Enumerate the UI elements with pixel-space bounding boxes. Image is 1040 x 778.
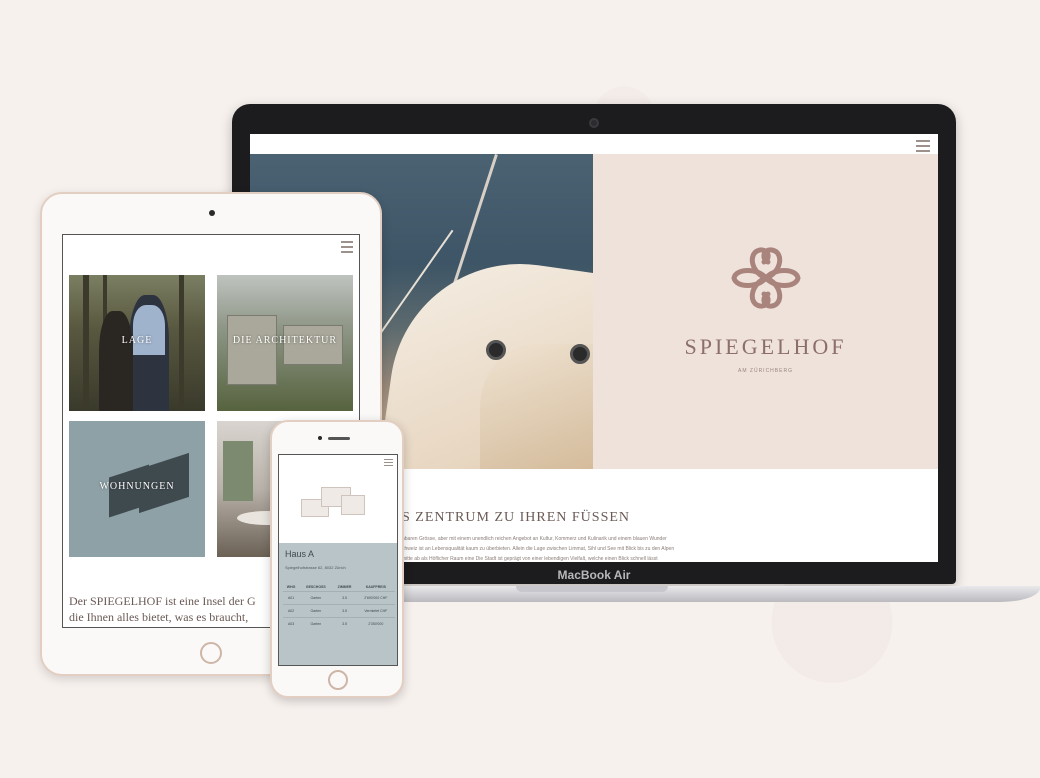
brand-name: SPIEGELHOF bbox=[684, 334, 847, 359]
laptop-notch bbox=[516, 586, 668, 592]
table-row[interactable]: A01 Garten 3.5 2'690'000 CHF bbox=[283, 591, 395, 605]
tile-label: WOHNUNGEN bbox=[99, 481, 175, 492]
column-header: GESCHOSS bbox=[305, 585, 326, 589]
tile-lage[interactable]: LAGE bbox=[69, 275, 205, 411]
table-row[interactable]: A02 Garten 3.5 Vermietet CHF bbox=[283, 604, 395, 618]
units-table: WHG GESCHOSS ZIMMER KAUFPREIS A01 Garten… bbox=[283, 583, 395, 630]
body-line: chweiz ist an Lebensqualität kaum zu übe… bbox=[402, 546, 675, 552]
building-model-image bbox=[291, 477, 371, 529]
section-body: hbaren Grösse, aber mit einem unendlich … bbox=[402, 534, 922, 562]
tile-label: LAGE bbox=[121, 335, 153, 346]
brand-subtitle: AM ZÜRICHBERG bbox=[738, 368, 793, 374]
body-line: hbaren Grösse, aber mit einem unendlich … bbox=[402, 536, 667, 542]
column-header: ZIMMER bbox=[337, 585, 352, 589]
table-row[interactable]: A03 Garten 3.5 2'350'000 bbox=[283, 617, 395, 630]
house-address: Spiegelhofstrasse 62, 8032 Zürich bbox=[285, 565, 346, 570]
hamburger-menu-icon[interactable] bbox=[916, 140, 930, 152]
tile-wohnungen[interactable]: WOHNUNGEN bbox=[69, 421, 205, 557]
hamburger-menu-icon[interactable] bbox=[384, 459, 393, 468]
column-header: WHG bbox=[286, 585, 296, 589]
brand-panel: SPIEGELHOF AM ZÜRICHBERG bbox=[593, 154, 938, 469]
hamburger-menu-icon[interactable] bbox=[341, 241, 353, 256]
home-button[interactable] bbox=[200, 642, 222, 664]
speaker-grille bbox=[328, 437, 350, 440]
section-title: S ZENTRUM ZU IHREN FÜSSEN bbox=[402, 510, 631, 525]
column-header: KAUFPREIS bbox=[365, 585, 386, 589]
unit-panel: Haus A Spiegelhofstrasse 62, 8032 Zürich… bbox=[279, 543, 397, 665]
tile-architektur[interactable]: DIE ARCHITEKTUR bbox=[217, 275, 353, 411]
phone-device: Haus A Spiegelhofstrasse 62, 8032 Zürich… bbox=[270, 420, 404, 698]
camera-icon bbox=[589, 118, 599, 128]
camera-icon bbox=[209, 210, 215, 216]
body-line: mitte ab als Höflicher Raum eine Die Sta… bbox=[402, 556, 658, 562]
house-title: Haus A bbox=[285, 549, 315, 559]
home-button[interactable] bbox=[328, 670, 348, 690]
camera-icon bbox=[318, 436, 322, 440]
spiegelhof-logo-icon bbox=[731, 247, 801, 309]
tile-label: DIE ARCHITEKTUR bbox=[232, 335, 338, 346]
phone-screen: Haus A Spiegelhofstrasse 62, 8032 Zürich… bbox=[278, 454, 398, 666]
